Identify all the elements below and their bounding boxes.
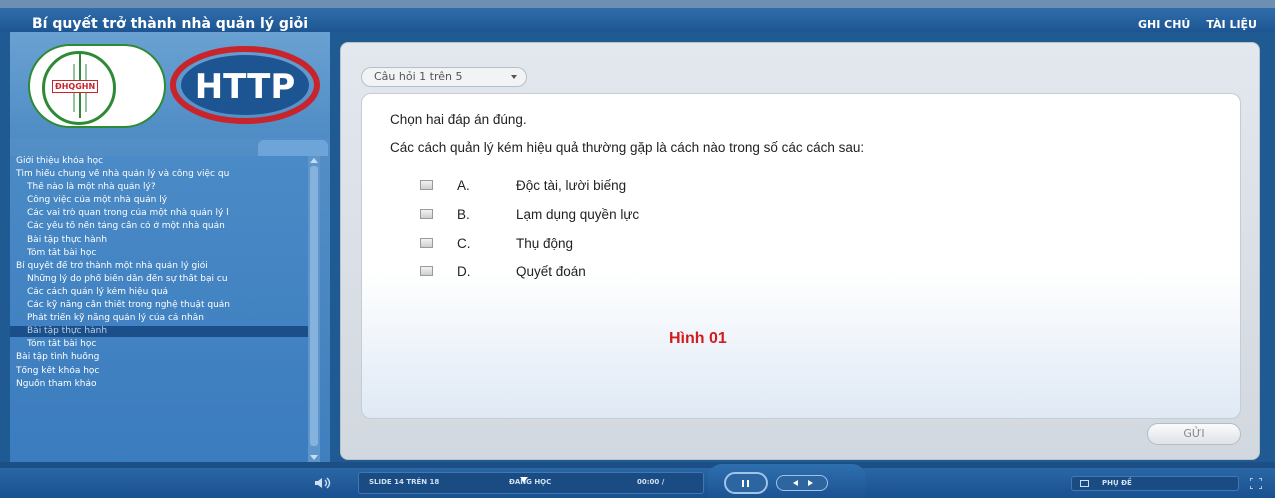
- option-letter: A.: [457, 178, 470, 193]
- fullscreen-icon[interactable]: [1250, 478, 1262, 489]
- playback-status: ĐANG HỌC: [509, 478, 552, 486]
- option-text: Lạm dụng quyền lực: [516, 207, 640, 222]
- playhead-marker[interactable]: [520, 477, 528, 482]
- outline-item[interactable]: Những lý do phổ biến dẫn đến sự thất bại…: [10, 274, 320, 285]
- scroll-thumb[interactable]: [310, 166, 318, 446]
- outline-item[interactable]: Bài tập tình huống: [10, 352, 320, 363]
- next-icon[interactable]: [808, 480, 813, 486]
- chevron-down-icon: [511, 75, 517, 79]
- volume-icon[interactable]: [314, 477, 332, 489]
- option-text: Độc tài, lười biếng: [516, 178, 627, 193]
- http-logo-text: HTTP: [195, 67, 296, 107]
- subtitle-label: PHỤ ĐỀ: [1102, 479, 1132, 487]
- top-links: GHI CHÚ TÀI LIỆU: [1138, 18, 1257, 31]
- resources-link[interactable]: TÀI LIỆU: [1206, 18, 1257, 31]
- outline-item[interactable]: Bài tập thực hành: [10, 326, 320, 338]
- figure-label: Hình 01: [669, 330, 727, 347]
- playback-time: 00:00 /: [637, 478, 665, 486]
- outline-list: Giới thiệu khóa học Tìm hiểu chung về nhà…: [10, 156, 320, 390]
- vnu-logo: ĐHQGHN: [28, 44, 166, 128]
- outline-item[interactable]: Các kỹ năng cần thiết trong nghệ thuật q…: [10, 300, 320, 311]
- slide-nav-buttons[interactable]: [776, 475, 828, 491]
- option-letter: D.: [457, 264, 471, 279]
- outline-item[interactable]: Tìm hiểu chung về nhà quản lý và công vi…: [10, 169, 320, 180]
- outline-item[interactable]: Các yếu tố nền tảng cần có ở một nhà quả…: [10, 221, 320, 232]
- question-selector-label: Câu hỏi 1 trên 5: [374, 70, 463, 83]
- option-letter: C.: [457, 236, 471, 251]
- scroll-up-icon[interactable]: [310, 158, 318, 163]
- outline-item[interactable]: Tổng kết khóa học: [10, 366, 320, 377]
- outline-item[interactable]: Thế nào là một nhà quản lý?: [10, 182, 320, 193]
- outline-item[interactable]: Bí quyết để trở thành một nhà quản lý gi…: [10, 261, 320, 272]
- prev-icon[interactable]: [793, 480, 798, 486]
- question-text: Các cách quản lý kém hiệu quả thường gặp…: [390, 140, 865, 155]
- option-text: Thụ động: [516, 236, 574, 251]
- outline-item[interactable]: Tóm tắt bài học: [10, 339, 320, 350]
- sidebar: ĐHQGHN HTTP Giới thiệu khóa học Tìm hiểu …: [10, 32, 330, 462]
- outline-item[interactable]: Tóm tắt bài học: [10, 248, 320, 259]
- outline-item[interactable]: Công việc của một nhà quản lý: [10, 195, 320, 206]
- subtitle-icon: [1080, 480, 1089, 487]
- slide-counter: SLIDE 14 TRÊN 18: [369, 478, 440, 486]
- outline-item[interactable]: Phát triển kỹ năng quản lý của cá nhân: [10, 313, 320, 324]
- progress-panel[interactable]: SLIDE 14 TRÊN 18 ĐANG HỌC 00:00 /: [358, 472, 704, 494]
- http-logo: HTTP: [170, 46, 320, 124]
- quiz-panel: Câu hỏi 1 trên 5 Chọn hai đáp án đúng. C…: [340, 42, 1260, 460]
- checkbox-icon[interactable]: [420, 180, 433, 190]
- question-card: Chọn hai đáp án đúng. Các cách quản lý k…: [361, 93, 1241, 419]
- submit-button[interactable]: GỬI: [1147, 423, 1241, 445]
- outline-item[interactable]: Các vai trò quan trong của một nhà quản …: [10, 208, 320, 219]
- top-bar: Bí quyết trở thành nhà quản lý giỏi GHI …: [0, 0, 1275, 32]
- vnu-logo-text: ĐHQGHN: [52, 80, 99, 93]
- option-letter: B.: [457, 207, 470, 222]
- course-outline: Giới thiệu khóa học Tìm hiểu chung về nhà…: [10, 156, 320, 462]
- logo-tab: [258, 140, 328, 156]
- logo-area: ĐHQGHN HTTP: [10, 32, 330, 138]
- outline-item[interactable]: Nguồn tham khảo: [10, 379, 320, 390]
- option-text: Quyết đoán: [516, 264, 586, 279]
- outline-item[interactable]: Giới thiệu khóa học: [10, 156, 320, 167]
- checkbox-icon[interactable]: [420, 238, 433, 248]
- option-a[interactable]: A. Độc tài, lười biếng: [420, 178, 820, 196]
- notes-link[interactable]: GHI CHÚ: [1138, 18, 1190, 31]
- question-instruction: Chọn hai đáp án đúng.: [390, 112, 527, 127]
- pause-button[interactable]: [724, 472, 768, 494]
- scroll-down-icon[interactable]: [310, 455, 318, 460]
- subtitle-button[interactable]: PHỤ ĐỀ: [1071, 476, 1239, 491]
- outline-item[interactable]: Các cách quản lý kém hiệu quả: [10, 287, 320, 298]
- option-b[interactable]: B. Lạm dụng quyền lực: [420, 207, 820, 225]
- question-selector[interactable]: Câu hỏi 1 trên 5: [361, 67, 527, 87]
- checkbox-icon[interactable]: [420, 209, 433, 219]
- course-title: Bí quyết trở thành nhà quản lý giỏi: [32, 16, 309, 32]
- option-c[interactable]: C. Thụ động: [420, 236, 820, 254]
- outline-scrollbar[interactable]: [308, 156, 320, 462]
- checkbox-icon[interactable]: [420, 266, 433, 276]
- outline-item[interactable]: Bài tập thực hành: [10, 235, 320, 246]
- option-d[interactable]: D. Quyết đoán: [420, 264, 820, 282]
